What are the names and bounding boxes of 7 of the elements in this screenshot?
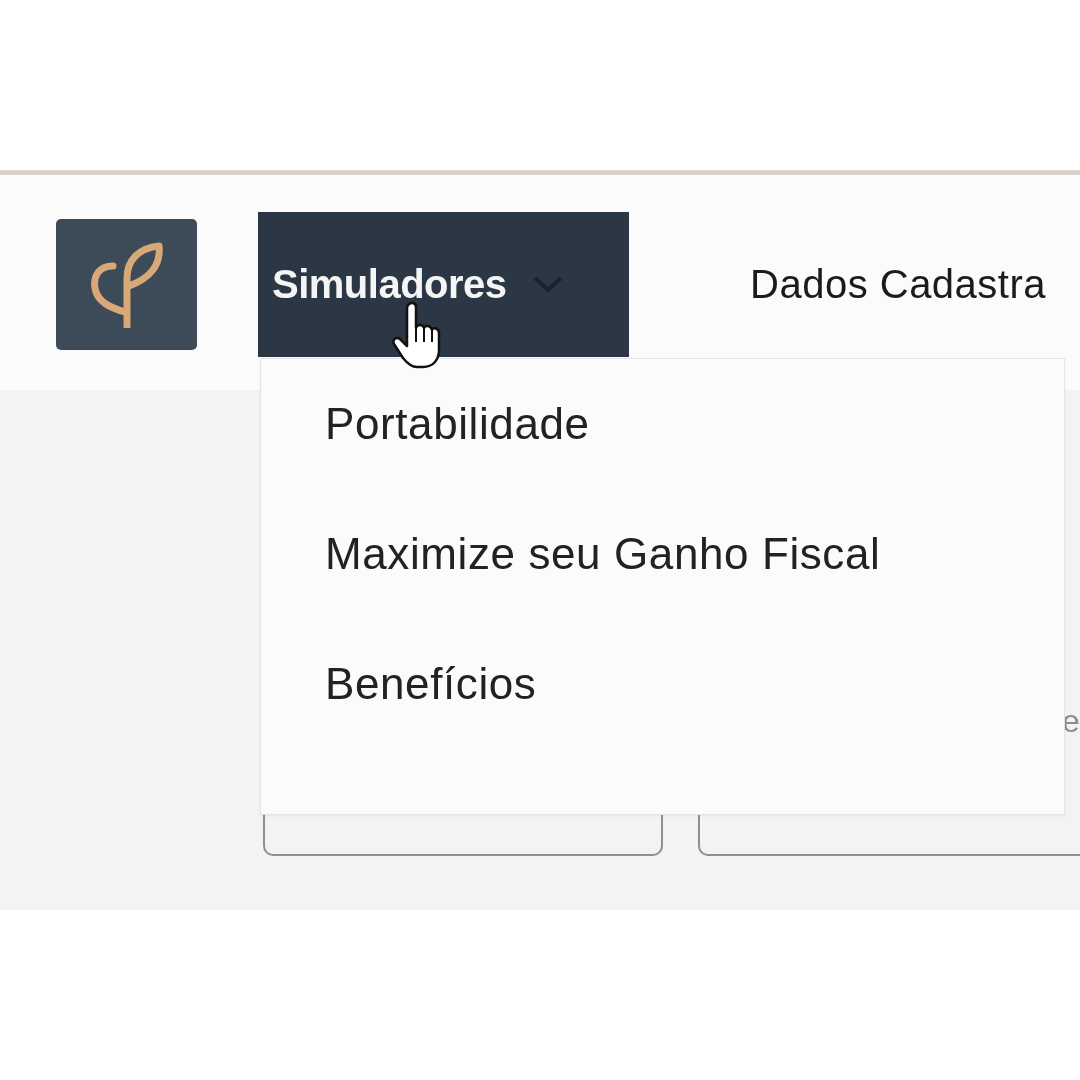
dropdown-item[interactable]: Portabilidade [261,359,1064,489]
nav-menu-item[interactable]: Simuladores [258,212,629,357]
logo[interactable] [56,219,197,350]
dropdown-item[interactable]: Maximize seu Ganho Fiscal [261,489,1064,619]
dropdown-item[interactable]: Benefícios [261,619,1064,749]
nav-menu-item[interactable]: Dados Cadastra [629,212,1047,357]
sprout-logo-icon [88,241,165,328]
